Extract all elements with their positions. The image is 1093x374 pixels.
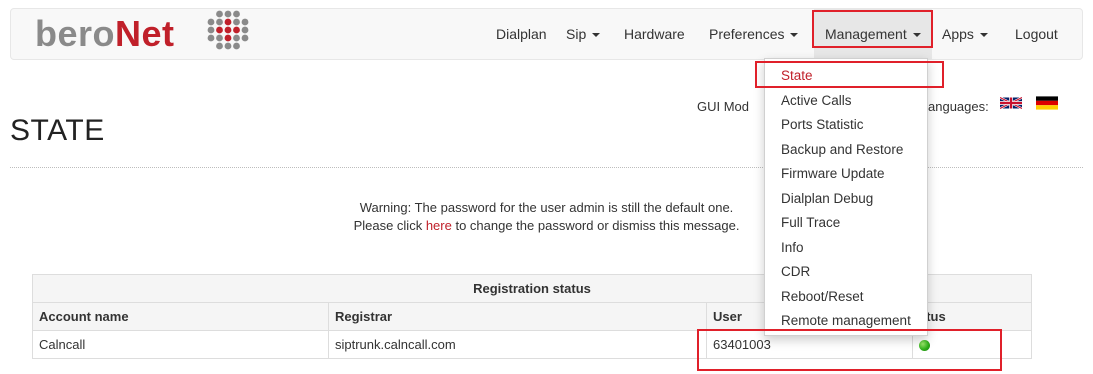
menu-item-backup-restore[interactable]: Backup and Restore (781, 141, 903, 159)
col-account-name: Account name (32, 302, 329, 331)
nav-preferences[interactable]: Preferences (709, 9, 799, 59)
logo-dots-icon (207, 10, 249, 50)
menu-item-info[interactable]: Info (781, 239, 804, 257)
menu-item-dialplan-debug[interactable]: Dialplan Debug (781, 190, 873, 208)
warning-text-after: to change the password or dismiss this m… (451, 218, 740, 233)
warning-text-before: Please click (353, 218, 426, 233)
chevron-down-icon (592, 33, 601, 38)
menu-item-full-trace[interactable]: Full Trace (781, 214, 840, 232)
highlight-state (755, 61, 944, 88)
german-flag-icon[interactable] (1036, 96, 1058, 110)
nav-dialplan[interactable]: Dialplan (496, 9, 547, 59)
page-title: STATE (10, 114, 105, 147)
menu-item-ports-statistic[interactable]: Ports Statistic (781, 116, 864, 134)
menu-item-firmware-update[interactable]: Firmware Update (781, 165, 885, 183)
nav-sip-label: Sip (566, 26, 587, 42)
nav-logout[interactable]: Logout (1015, 9, 1058, 59)
password-warning-line1: Warning: The password for the user admin… (359, 200, 734, 215)
highlight-management (812, 10, 933, 48)
col-registrar: Registrar (328, 302, 707, 331)
uk-flag-icon[interactable] (1000, 96, 1022, 110)
col-status: atus (912, 302, 1032, 331)
chevron-down-icon (790, 33, 799, 38)
management-dropdown-menu: State Active Calls Ports Statistic Backu… (764, 58, 928, 336)
languages-label: anguages: (928, 99, 989, 114)
chevron-down-icon (979, 33, 988, 38)
change-password-link[interactable]: here (426, 218, 452, 233)
nav-preferences-label: Preferences (709, 26, 785, 42)
brand-logo-text-part2: Net (115, 13, 175, 54)
brand-logo-text-part1: bero (35, 13, 116, 54)
nav-hardware[interactable]: Hardware (624, 9, 685, 59)
gui-mode-label: GUI Mod (697, 99, 750, 114)
menu-item-active-calls[interactable]: Active Calls (781, 92, 852, 110)
brand-logo[interactable]: beroNet (35, 13, 175, 55)
menu-item-remote-management[interactable]: Remote management (781, 312, 911, 330)
nav-sip[interactable]: Sip (566, 9, 601, 59)
highlight-user-status (697, 329, 1002, 371)
menu-item-cdr[interactable]: CDR (781, 263, 810, 281)
cell-account: Calncall (32, 330, 329, 359)
nav-apps[interactable]: Apps (942, 9, 988, 59)
menu-item-reboot-reset[interactable]: Reboot/Reset (781, 288, 864, 306)
nav-apps-label: Apps (942, 26, 974, 42)
password-warning-line2: Please click here to change the password… (0, 217, 1093, 235)
cell-registrar: siptrunk.calncall.com (328, 330, 707, 359)
